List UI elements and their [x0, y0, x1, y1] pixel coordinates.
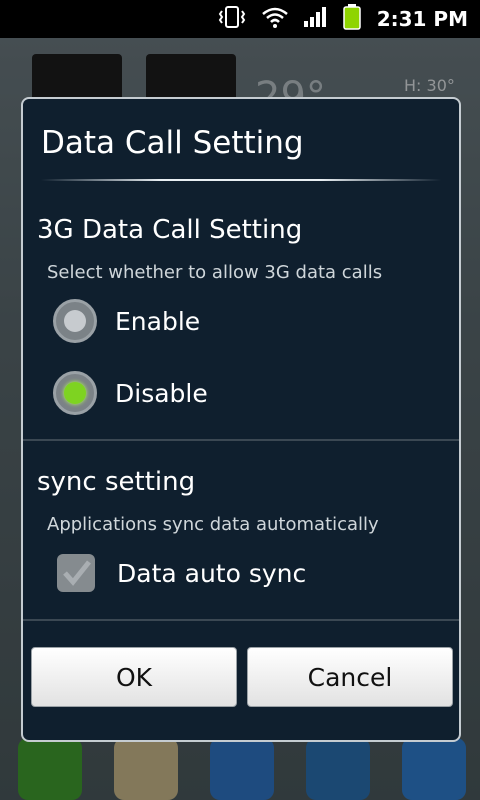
section-description-3g: Select whether to allow 3G data calls: [47, 262, 383, 283]
radio-label-disable: Disable: [115, 378, 208, 408]
section-description-sync: Applications sync data automatically: [47, 514, 379, 535]
radio-indicator: [64, 310, 86, 332]
status-bar: 2:31 PM: [0, 0, 480, 38]
buttons-divider: [23, 619, 459, 621]
radio-indicator-selected: [64, 382, 86, 404]
section-heading-sync: sync setting: [37, 467, 196, 497]
radio-button-enable[interactable]: [53, 299, 97, 343]
checkbox-label-auto-sync: Data auto sync: [117, 558, 307, 588]
auto-sync-checkbox[interactable]: [57, 554, 95, 592]
radio-button-disable[interactable]: [53, 371, 97, 415]
status-time: 2:31 PM: [376, 7, 468, 31]
title-divider: [41, 179, 441, 181]
cancel-button[interactable]: Cancel: [247, 647, 453, 707]
dialog-title: Data Call Setting: [41, 125, 304, 161]
radio-option-enable[interactable]: Enable: [53, 297, 200, 345]
data-call-setting-dialog: Data Call Setting 3G Data Call Setting S…: [21, 97, 461, 742]
section-heading-3g: 3G Data Call Setting: [37, 215, 303, 245]
checkmark-icon: [63, 560, 91, 586]
ok-button[interactable]: OK: [31, 647, 237, 707]
radio-label-enable: Enable: [115, 306, 201, 336]
battery-icon: [342, 4, 361, 34]
checkbox-option-auto-sync[interactable]: Data auto sync: [57, 549, 306, 597]
radio-option-disable[interactable]: Disable: [53, 369, 208, 417]
wifi-icon: [261, 6, 289, 32]
vibrate-icon: [217, 6, 247, 32]
section-divider: [23, 439, 459, 441]
signal-icon: [303, 6, 329, 32]
